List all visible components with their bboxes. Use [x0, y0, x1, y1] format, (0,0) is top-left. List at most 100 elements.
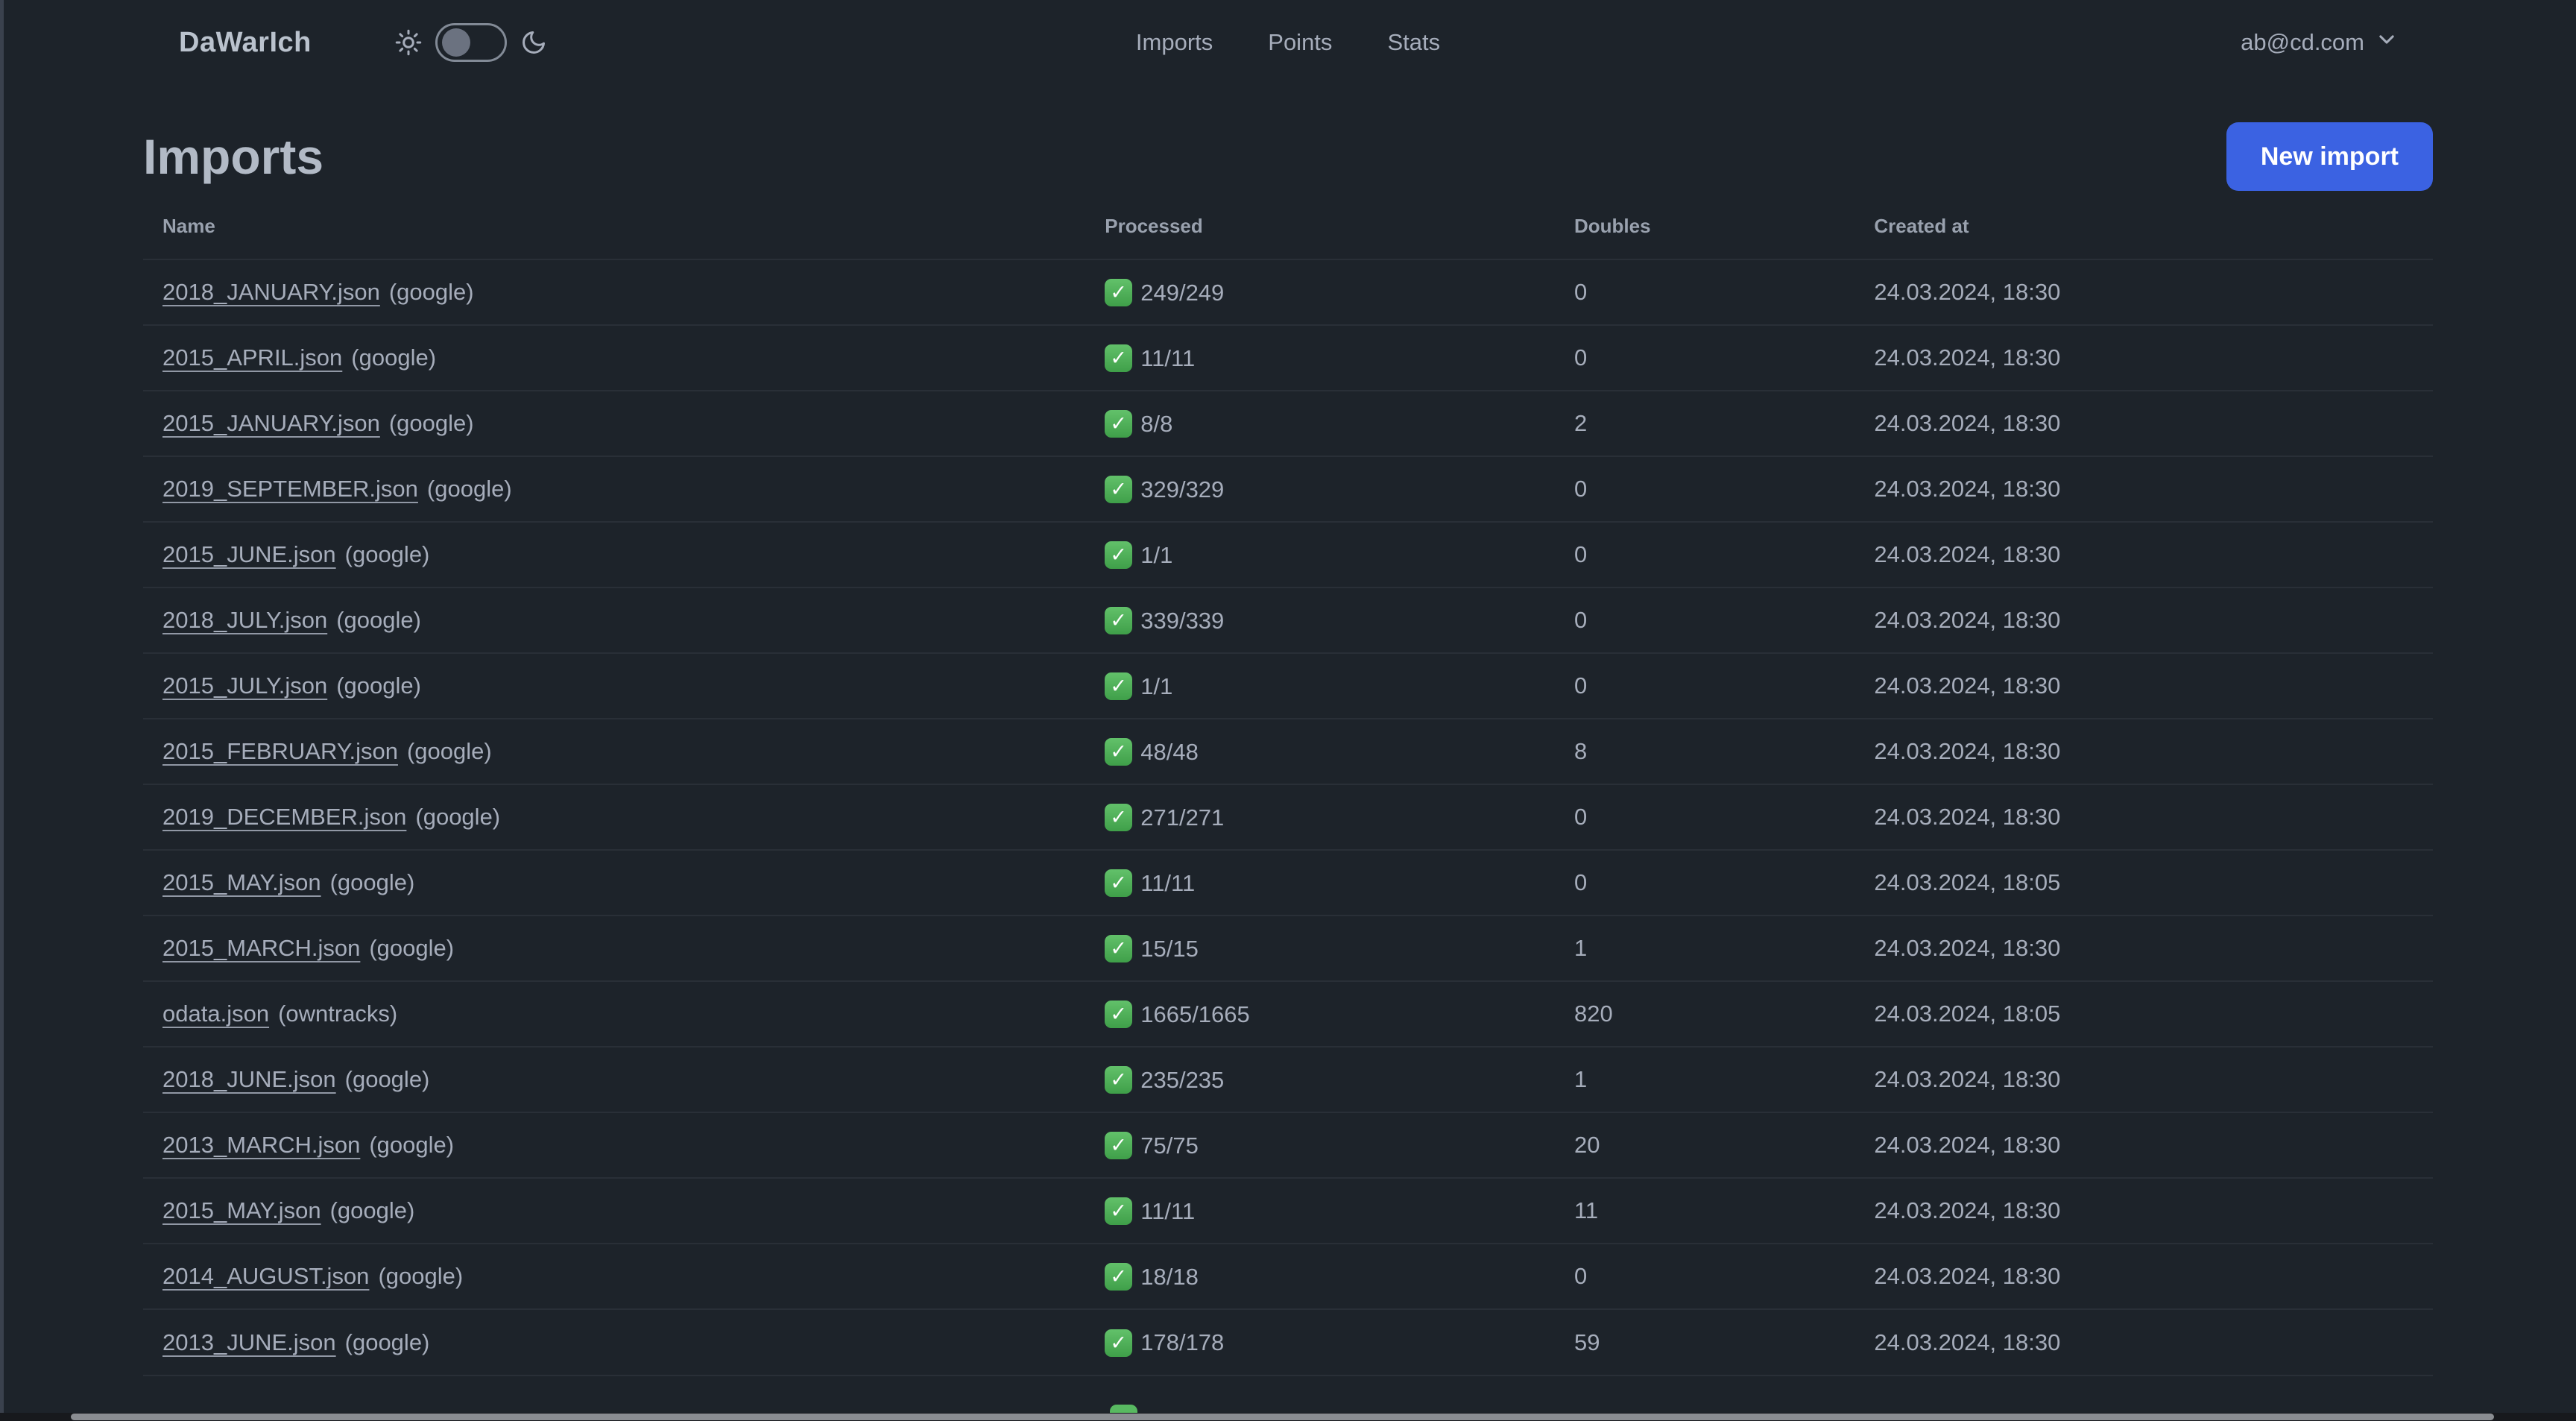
processed-count: 1665/1665: [1140, 1001, 1250, 1027]
file-source: (google): [406, 738, 492, 764]
doubles-cell: 0: [1573, 456, 1875, 522]
created-at-cell: 24.03.2024, 18:05: [1874, 980, 2433, 1047]
name-cell: 2015_JULY.json (google): [143, 652, 1105, 719]
doubles-cell: 1: [1573, 915, 1875, 981]
theme-toggle-switch[interactable]: [435, 23, 507, 62]
file-link[interactable]: 2015_MAY.json: [162, 869, 321, 895]
processed-cell: ✓ 18/18: [1105, 1243, 1574, 1309]
file-link[interactable]: 2018_JULY.json: [162, 607, 327, 633]
file-link[interactable]: 2015_MAY.json: [162, 1197, 321, 1223]
processed-cell: ✓ 11/11: [1105, 324, 1574, 391]
success-check-icon: ✓: [1105, 410, 1133, 438]
navbar: DaWarIch Imports Points Stats ab@cd.com: [0, 0, 2576, 85]
file-link[interactable]: 2019_DECEMBER.json: [162, 804, 406, 830]
name-cell: 2019_SEPTEMBER.json (google): [143, 456, 1105, 522]
processed-count: 271/271: [1140, 804, 1225, 831]
file-source: (google): [378, 1263, 464, 1289]
created-at-cell: 24.03.2024, 18:30: [1874, 784, 2433, 850]
nav-link-points[interactable]: Points: [1268, 29, 1332, 56]
name-cell: 2015_MARCH.json (google): [143, 915, 1105, 981]
table-row: 2018_JUNE.json (google) ✓ 235/235 1 24.03…: [143, 1046, 2433, 1112]
processed-count: 11/11: [1140, 344, 1196, 371]
processed-count: 8/8: [1140, 410, 1173, 437]
doubles-cell: 11: [1573, 1177, 1875, 1244]
imports-table: Name Processed Doubles Created at 2018_J…: [143, 203, 2433, 1376]
file-link[interactable]: 2015_APRIL.json: [162, 344, 342, 371]
created-at-cell: 24.03.2024, 18:30: [1874, 587, 2433, 653]
file-link[interactable]: 2015_JULY.json: [162, 672, 327, 699]
success-check-icon: ✓: [1105, 607, 1133, 634]
table-row: odata.json (owntracks) ✓ 1665/1665 820 24…: [143, 980, 2433, 1047]
table-row: 2018_JANUARY.json (google) ✓ 249/249 0 24…: [143, 259, 2433, 325]
success-check-icon: ✓: [1105, 1001, 1133, 1028]
created-at-cell: 24.03.2024, 18:05: [1874, 849, 2433, 916]
success-check-icon: ✓: [1105, 1197, 1133, 1225]
table-row: 2019_DECEMBER.json (google) ✓ 271/271 0 2…: [143, 784, 2433, 850]
file-source: (google): [351, 344, 437, 371]
processed-cell: ✓ 11/11: [1105, 849, 1574, 916]
table-row: 2019_SEPTEMBER.json (google) ✓ 329/329 0 …: [143, 456, 2433, 522]
table-row: 2015_APRIL.json (google) ✓ 11/11 0 24.03.…: [143, 324, 2433, 391]
name-cell: 2019_DECEMBER.json (google): [143, 784, 1105, 850]
processed-count: 1/1: [1140, 541, 1173, 568]
name-cell: 2014_AUGUST.json (google): [143, 1243, 1105, 1309]
table-row: 2015_FEBRUARY.json (google) ✓ 48/48 8 24.…: [143, 718, 2433, 784]
horizontal-scrollbar[interactable]: [71, 1414, 2494, 1420]
chevron-down-icon: [2376, 29, 2397, 56]
file-link[interactable]: 2018_JUNE.json: [162, 1066, 336, 1092]
column-header-processed: Processed: [1105, 215, 1203, 237]
table-row: 2015_JANUARY.json (google) ✓ 8/8 2 24.03.…: [143, 390, 2433, 456]
nav-link-stats[interactable]: Stats: [1387, 29, 1440, 56]
processed-count: 329/329: [1140, 476, 1225, 502]
table-row: 2018_JULY.json (google) ✓ 339/339 0 24.03…: [143, 587, 2433, 653]
user-email: ab@cd.com: [2241, 29, 2364, 55]
file-link[interactable]: 2015_FEBRUARY.json: [162, 738, 398, 764]
file-source: (google): [388, 410, 474, 436]
window-left-edge: [0, 0, 4, 1421]
brand-logo[interactable]: DaWarIch: [179, 27, 312, 59]
file-link[interactable]: 2014_AUGUST.json: [162, 1263, 369, 1289]
table-row: 2015_JUNE.json (google) ✓ 1/1 0 24.03.202…: [143, 521, 2433, 587]
table-bottom-divider: [143, 1375, 2433, 1376]
name-cell: 2018_JANUARY.json (google): [143, 259, 1105, 325]
file-source: (google): [329, 869, 415, 895]
success-check-icon: ✓: [1105, 1329, 1133, 1357]
table-header-row: Name Processed Doubles Created at: [143, 203, 2433, 259]
nav-link-imports[interactable]: Imports: [1136, 29, 1213, 56]
file-source: (google): [344, 1066, 430, 1092]
doubles-cell: 0: [1573, 784, 1875, 850]
main-content: Imports New import Name Processed Double…: [0, 122, 2576, 1376]
success-check-icon: ✓: [1105, 279, 1133, 306]
processed-cell: ✓ 178/178: [1105, 1308, 1574, 1375]
doubles-cell: 0: [1573, 652, 1875, 719]
created-at-cell: 24.03.2024, 18:30: [1874, 1177, 2433, 1244]
processed-count: 15/15: [1140, 935, 1199, 962]
file-link[interactable]: 2015_JANUARY.json: [162, 410, 380, 436]
table-row: 2015_MAY.json (google) ✓ 11/11 0 24.03.20…: [143, 849, 2433, 916]
file-link[interactable]: 2018_JANUARY.json: [162, 279, 380, 305]
page-title: Imports: [143, 129, 324, 184]
file-link[interactable]: 2015_MARCH.json: [162, 935, 360, 961]
success-check-icon: ✓: [1105, 1132, 1133, 1159]
name-cell: 2015_MAY.json (google): [143, 1177, 1105, 1244]
file-link[interactable]: 2019_SEPTEMBER.json: [162, 476, 418, 502]
new-import-button[interactable]: New import: [2226, 122, 2433, 191]
user-menu[interactable]: ab@cd.com: [2241, 29, 2397, 56]
file-source: (google): [344, 1329, 430, 1355]
file-link[interactable]: odata.json: [162, 1001, 269, 1027]
file-source: (google): [336, 672, 421, 699]
name-cell: 2015_APRIL.json (google): [143, 324, 1105, 391]
processed-cell: ✓ 271/271: [1105, 784, 1574, 850]
file-link[interactable]: 2013_MARCH.json: [162, 1132, 360, 1158]
doubles-cell: 0: [1573, 259, 1875, 325]
table-row: 2013_MARCH.json (google) ✓ 75/75 20 24.03…: [143, 1112, 2433, 1178]
processed-count: 178/178: [1140, 1329, 1225, 1355]
created-at-cell: 24.03.2024, 18:30: [1874, 915, 2433, 981]
success-check-icon: ✓: [1105, 541, 1133, 569]
file-link[interactable]: 2013_JUNE.json: [162, 1329, 336, 1355]
doubles-cell: 0: [1573, 521, 1875, 587]
doubles-cell: 59: [1573, 1308, 1875, 1375]
success-check-icon: ✓: [1105, 738, 1133, 766]
processed-cell: ✓ 48/48: [1105, 718, 1574, 784]
file-link[interactable]: 2015_JUNE.json: [162, 541, 336, 567]
